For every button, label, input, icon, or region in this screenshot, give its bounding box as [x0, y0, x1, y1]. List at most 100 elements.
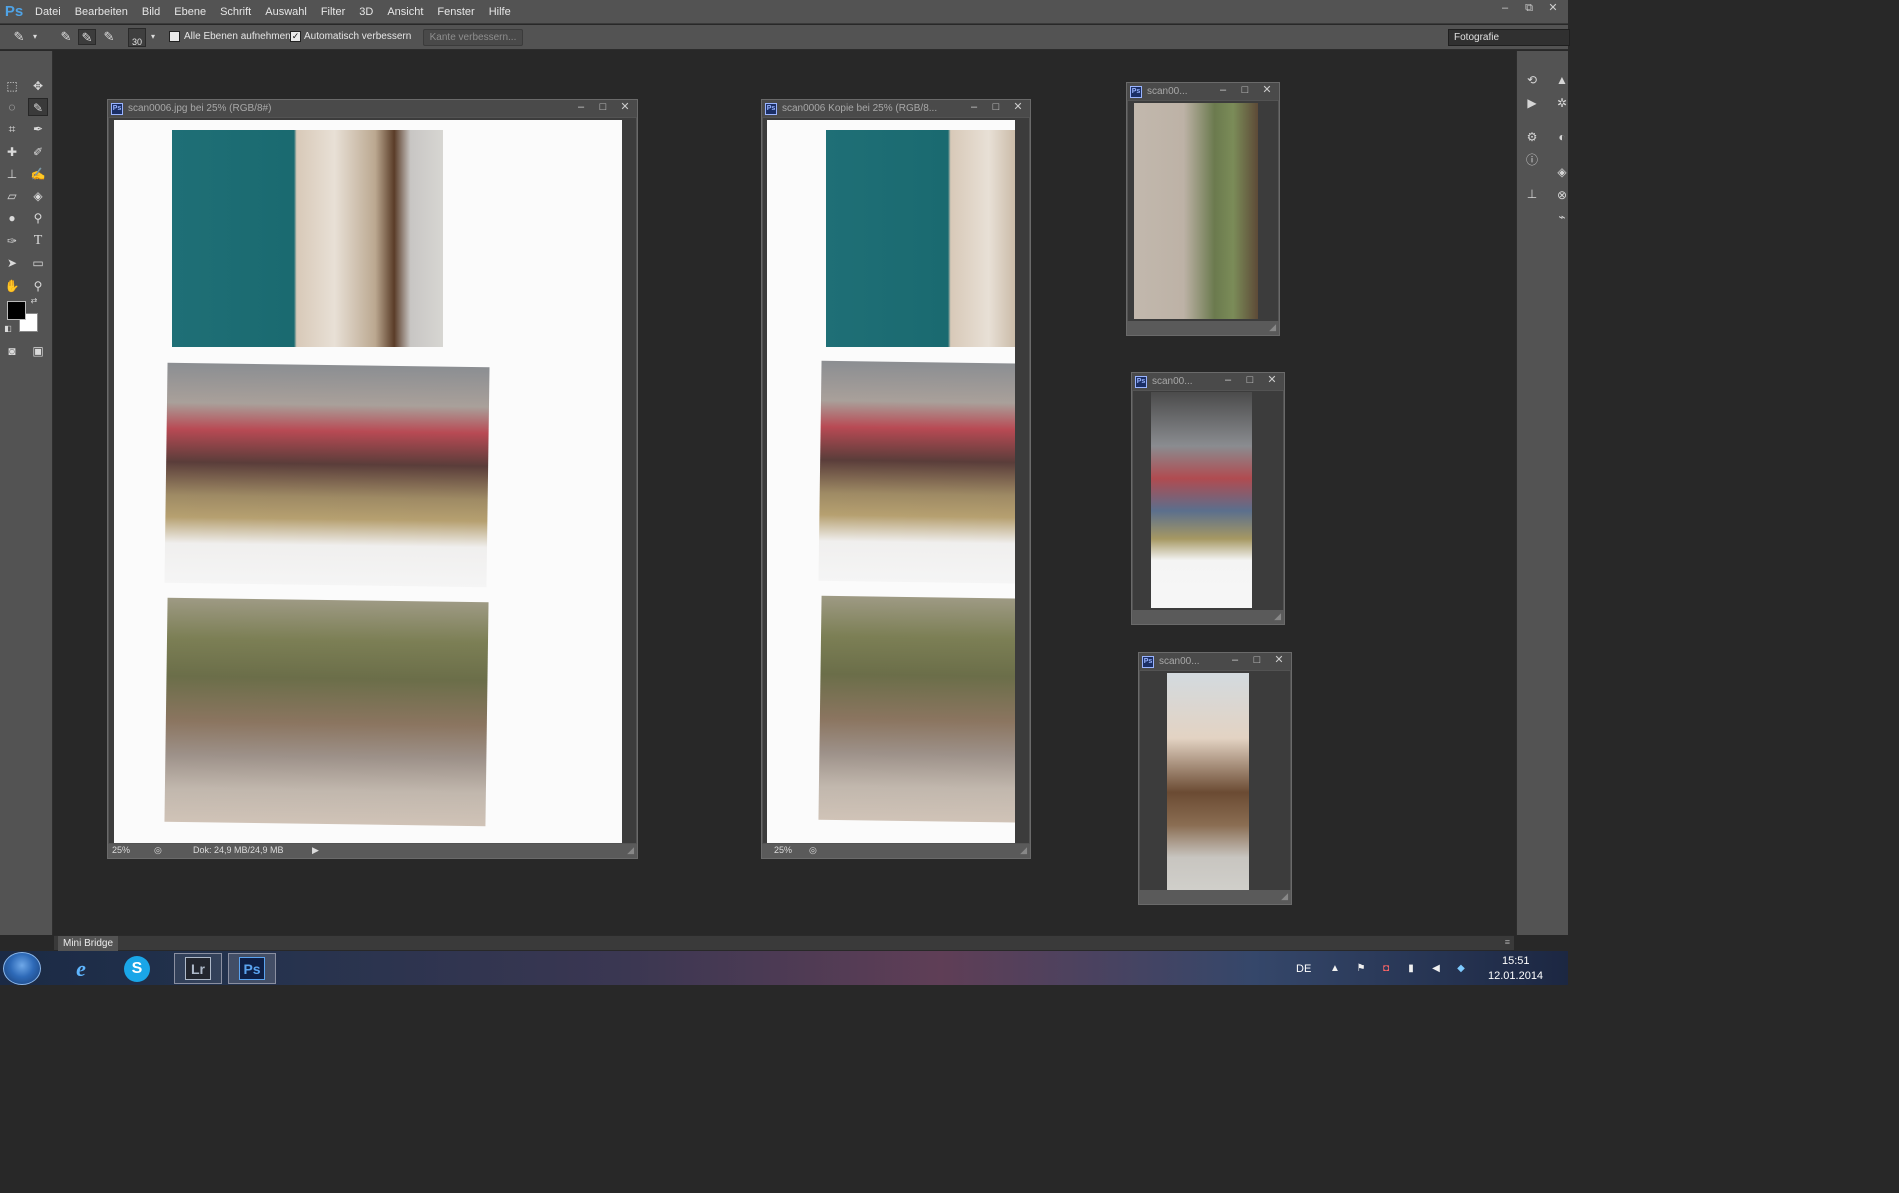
new-selection-brush-icon[interactable]: ✎	[57, 29, 75, 45]
auto-enhance-checkbox[interactable]: ✓	[290, 31, 301, 42]
document-window-scan0006[interactable]: Ps scan0006.jpg bei 25% (RGB/8#) – □ ✕ 2…	[107, 99, 638, 859]
menu-schrift[interactable]: Schrift	[213, 0, 258, 24]
foreground-color-swatch[interactable]	[7, 301, 26, 320]
eraser-tool-icon[interactable]: ▱	[2, 187, 22, 205]
channels-panel-icon[interactable]: ⊗	[1553, 186, 1571, 204]
menu-fenster[interactable]: Fenster	[430, 0, 481, 24]
minimize-document-icon[interactable]: –	[1222, 373, 1234, 390]
eyedropper-tool-icon[interactable]: ✒	[28, 120, 48, 138]
zoom-level[interactable]: 25%	[112, 845, 130, 855]
photoshop-taskbar-button[interactable]: Ps	[228, 953, 276, 984]
document-canvas-area[interactable]	[1133, 391, 1283, 612]
mini-bridge-tab[interactable]: Mini Bridge	[58, 936, 119, 951]
blur-tool-icon[interactable]: ●	[2, 209, 22, 227]
status-info-icon[interactable]: ◎	[154, 845, 162, 856]
close-document-icon[interactable]: ✕	[1012, 100, 1024, 117]
document-title-bar[interactable]: Ps scan00... – □ ✕	[1127, 83, 1279, 100]
resize-grip-icon[interactable]: ◢	[1274, 611, 1281, 622]
menu-auswahl[interactable]: Auswahl	[258, 0, 314, 24]
layers-panel-icon[interactable]: ◈	[1553, 163, 1571, 181]
quick-selection-tool-icon[interactable]: ✎	[28, 98, 48, 116]
status-menu-arrow-icon[interactable]: ▶	[312, 845, 319, 856]
close-document-icon[interactable]: ✕	[619, 100, 631, 117]
clone-stamp-tool-icon[interactable]: ⊥	[2, 165, 22, 183]
marquee-tool-icon[interactable]: ⬚	[2, 77, 22, 95]
document-title-bar[interactable]: Ps scan0006.jpg bei 25% (RGB/8#) – □ ✕	[108, 100, 637, 117]
menu-bearbeiten[interactable]: Bearbeiten	[68, 0, 135, 24]
maximize-document-icon[interactable]: □	[990, 100, 1002, 117]
subtract-from-selection-brush-icon[interactable]: ✎	[100, 29, 118, 45]
document-canvas-area[interactable]	[1128, 101, 1278, 323]
swap-colors-icon[interactable]: ⇄	[28, 295, 40, 307]
resize-grip-icon[interactable]: ◢	[1281, 891, 1288, 902]
properties-panel-icon[interactable]: ⚙	[1523, 128, 1541, 146]
menu-hilfe[interactable]: Hilfe	[482, 0, 518, 24]
hand-tool-icon[interactable]: ✋	[2, 277, 22, 295]
skype-icon[interactable]: S	[115, 953, 163, 984]
network-signal-icon[interactable]: ▮	[1404, 963, 1418, 975]
maximize-document-icon[interactable]: □	[1244, 373, 1256, 390]
history-brush-tool-icon[interactable]: ✍	[28, 165, 48, 183]
close-document-icon[interactable]: ✕	[1266, 373, 1278, 390]
dodge-tool-icon[interactable]: ⚲	[28, 209, 48, 227]
resize-grip-icon[interactable]: ◢	[1269, 322, 1276, 333]
language-indicator[interactable]: DE	[1296, 963, 1311, 975]
document-title-bar[interactable]: Ps scan00... – □ ✕	[1132, 373, 1284, 390]
info-panel-icon[interactable]: ⓘ	[1523, 151, 1541, 169]
document-window-scan-small-1[interactable]: Ps scan00... – □ ✕ ◢	[1126, 82, 1280, 336]
clock-date[interactable]: 12.01.2014	[1488, 970, 1543, 982]
pen-tool-icon[interactable]: ✑	[2, 232, 22, 250]
paths-panel-icon[interactable]: ⌁	[1553, 208, 1571, 226]
volume-icon[interactable]: ◀	[1429, 963, 1443, 975]
maximize-document-icon[interactable]: □	[1251, 653, 1263, 670]
paint-bucket-tool-icon[interactable]: ◈	[28, 187, 48, 205]
close-document-icon[interactable]: ✕	[1261, 83, 1273, 100]
healing-brush-tool-icon[interactable]: ✚	[2, 143, 22, 161]
menu-filter[interactable]: Filter	[314, 0, 352, 24]
maximize-document-icon[interactable]: □	[597, 100, 609, 117]
clock-time[interactable]: 15:51	[1502, 955, 1530, 967]
all-layers-checkbox[interactable]	[169, 31, 180, 42]
document-title-bar[interactable]: Ps scan0006 Kopie bei 25% (RGB/8... – □ …	[762, 100, 1030, 117]
workspace-select[interactable]: Fotografie	[1448, 29, 1570, 46]
maximize-document-icon[interactable]: □	[1239, 83, 1251, 100]
menu-bild[interactable]: Bild	[135, 0, 167, 24]
security-alert-icon[interactable]: ◘	[1379, 963, 1393, 975]
path-selection-tool-icon[interactable]: ➤	[2, 254, 22, 272]
chevron-down-icon[interactable]: ▾	[30, 29, 40, 45]
minimize-document-icon[interactable]: –	[968, 100, 980, 117]
zoom-tool-icon[interactable]: ⚲	[28, 277, 48, 295]
document-window-scan0006-kopie[interactable]: Ps scan0006 Kopie bei 25% (RGB/8... – □ …	[761, 99, 1031, 859]
document-window-scan-small-2[interactable]: Ps scan00... – □ ✕ ◢	[1131, 372, 1285, 625]
panel-menu-icon[interactable]: ≡	[1505, 937, 1510, 947]
menu-datei[interactable]: Datei	[28, 0, 68, 24]
menu-ansicht[interactable]: Ansicht	[380, 0, 430, 24]
add-to-selection-brush-icon[interactable]: ✎	[78, 29, 96, 45]
quick-mask-icon[interactable]: ◙	[2, 342, 22, 360]
histogram-panel-icon[interactable]: ▲	[1553, 71, 1571, 89]
document-title-bar[interactable]: Ps scan00... – □ ✕	[1139, 653, 1291, 670]
history-panel-icon[interactable]: ⟲	[1523, 71, 1541, 89]
start-orb-icon[interactable]	[3, 952, 41, 985]
refine-edge-button[interactable]: Kante verbessern...	[423, 29, 523, 46]
lightroom-taskbar-button[interactable]: Lr	[174, 953, 222, 984]
status-info-icon[interactable]: ◎	[809, 845, 817, 856]
resize-grip-icon[interactable]: ◢	[627, 845, 634, 856]
brush-size-dropdown-icon[interactable]: ▾	[148, 29, 158, 45]
document-window-scan-small-3[interactable]: Ps scan00... – □ ✕ ◢	[1138, 652, 1292, 905]
crop-tool-icon[interactable]: ⌗	[2, 120, 22, 138]
minimize-document-icon[interactable]: –	[575, 100, 587, 117]
minimize-document-icon[interactable]: –	[1229, 653, 1241, 670]
menu-3d[interactable]: 3D	[352, 0, 380, 24]
move-tool-icon[interactable]: ✥	[28, 77, 48, 95]
adjustments-panel-icon[interactable]: ◐	[1553, 128, 1571, 146]
default-colors-icon[interactable]: ◧	[2, 323, 14, 335]
action-center-flag-icon[interactable]: ⚑	[1354, 963, 1368, 975]
resize-grip-icon[interactable]: ◢	[1020, 845, 1027, 856]
document-canvas-area[interactable]	[109, 118, 636, 843]
actions-panel-icon[interactable]: ▶	[1523, 94, 1541, 112]
internet-explorer-icon[interactable]: e	[57, 953, 105, 984]
screen-mode-icon[interactable]: ▣	[28, 342, 48, 360]
dropbox-icon[interactable]: ◆	[1454, 963, 1468, 975]
show-hidden-icons-icon[interactable]: ▲	[1328, 963, 1342, 975]
